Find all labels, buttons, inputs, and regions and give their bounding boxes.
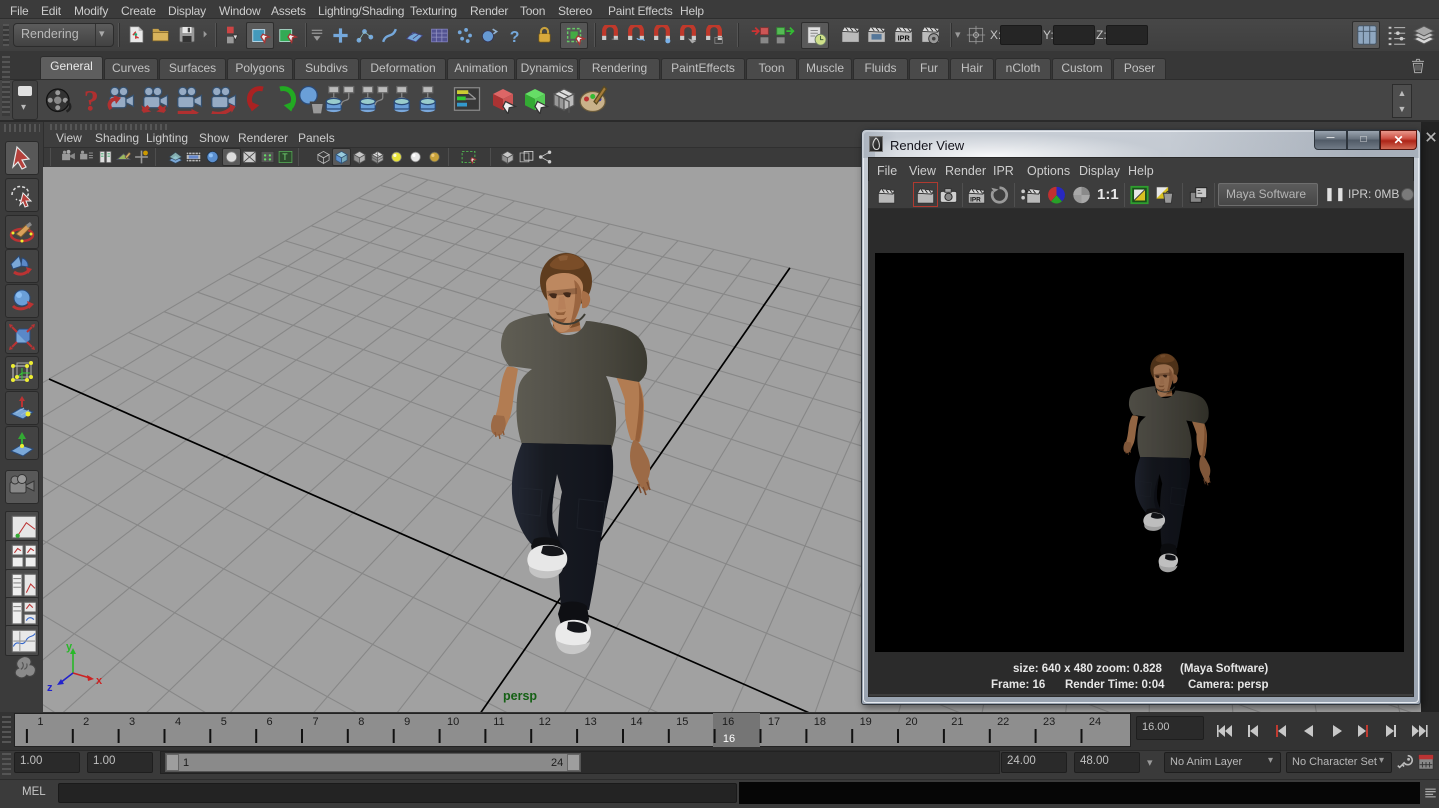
svg-text:x: x: [96, 675, 103, 687]
svg-text:4: 4: [175, 716, 181, 728]
svg-text:6: 6: [267, 716, 273, 728]
svg-text:12: 12: [539, 716, 551, 728]
svg-text:23: 23: [1043, 716, 1055, 728]
svg-text:20: 20: [905, 716, 917, 728]
svg-text:?: ?: [510, 29, 520, 45]
svg-text:IPR: IPR: [970, 196, 981, 203]
svg-text:8: 8: [358, 716, 364, 728]
svg-text:15: 15: [676, 716, 688, 728]
svg-text:2: 2: [83, 716, 89, 728]
svg-text:24: 24: [1089, 716, 1101, 728]
svg-text:9: 9: [404, 716, 410, 728]
svg-text:21: 21: [951, 716, 963, 728]
svg-text:18: 18: [814, 716, 826, 728]
svg-text:?: ?: [84, 84, 99, 114]
svg-text:persp: persp: [503, 689, 537, 703]
svg-text:IPR: IPR: [898, 34, 911, 43]
svg-text:16: 16: [723, 733, 735, 745]
svg-text:1: 1: [37, 716, 43, 728]
svg-text:7: 7: [312, 716, 318, 728]
svg-text:19: 19: [860, 716, 872, 728]
svg-text:17: 17: [768, 716, 780, 728]
svg-text:22: 22: [997, 716, 1009, 728]
svg-text:11: 11: [493, 716, 504, 728]
svg-text:y: y: [66, 641, 73, 653]
svg-text:13: 13: [584, 716, 596, 728]
svg-text:3: 3: [129, 716, 135, 728]
svg-text:10: 10: [447, 716, 459, 728]
svg-text:z: z: [47, 682, 53, 694]
svg-text:14: 14: [630, 716, 642, 728]
svg-text:T: T: [282, 152, 288, 162]
svg-text:16: 16: [722, 716, 734, 728]
svg-text:5: 5: [221, 716, 227, 728]
